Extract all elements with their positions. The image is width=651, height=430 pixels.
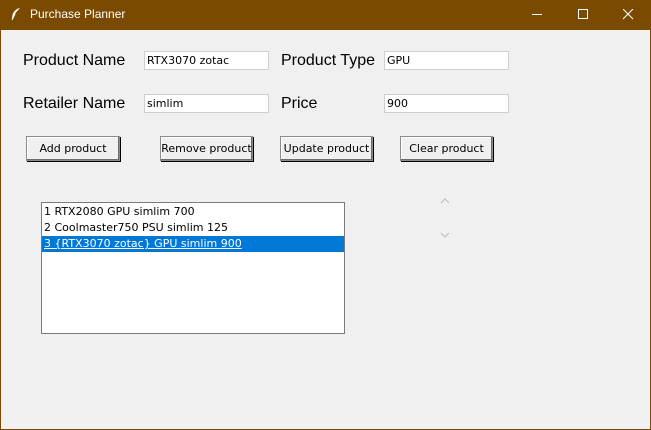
close-button[interactable] — [605, 0, 651, 30]
chevron-up-icon[interactable] — [440, 197, 450, 205]
add-product-button[interactable]: Add product — [26, 136, 120, 161]
retailer-name-field[interactable] — [144, 94, 269, 113]
price-field[interactable] — [384, 94, 509, 113]
clear-product-button[interactable]: Clear product — [400, 136, 493, 161]
product-type-label: Product Type — [281, 52, 375, 69]
product-type-field[interactable] — [384, 51, 509, 70]
minimize-button[interactable] — [514, 0, 560, 30]
list-item-selected[interactable]: 3 {RTX3070 zotac} GPU simlim 900 — [42, 236, 344, 252]
remove-product-button[interactable]: Remove product — [160, 136, 253, 161]
list-item[interactable]: 2 Coolmaster750 PSU simlim 125 — [42, 220, 344, 236]
product-name-label: Product Name — [23, 52, 126, 69]
minimize-icon — [532, 14, 542, 15]
product-listbox[interactable]: 1 RTX2080 GPU simlim 700 2 Coolmaster750… — [41, 202, 345, 334]
retailer-name-label: Retailer Name — [23, 95, 126, 112]
price-label: Price — [281, 95, 318, 112]
window-title: Purchase Planner — [30, 7, 126, 21]
title-bar[interactable]: Purchase Planner — [0, 0, 651, 30]
update-product-button[interactable]: Update product — [280, 136, 373, 161]
list-item[interactable]: 1 RTX2080 GPU simlim 700 — [42, 204, 344, 220]
main-window: Product Name Product Type Retailer Name … — [1, 30, 650, 429]
listbox-scrollbar[interactable] — [437, 194, 453, 242]
maximize-button[interactable] — [560, 0, 606, 30]
product-name-field[interactable] — [144, 51, 269, 70]
close-icon — [623, 9, 634, 20]
maximize-icon — [578, 9, 588, 19]
feather-icon — [11, 8, 20, 21]
chevron-down-icon[interactable] — [440, 231, 450, 239]
